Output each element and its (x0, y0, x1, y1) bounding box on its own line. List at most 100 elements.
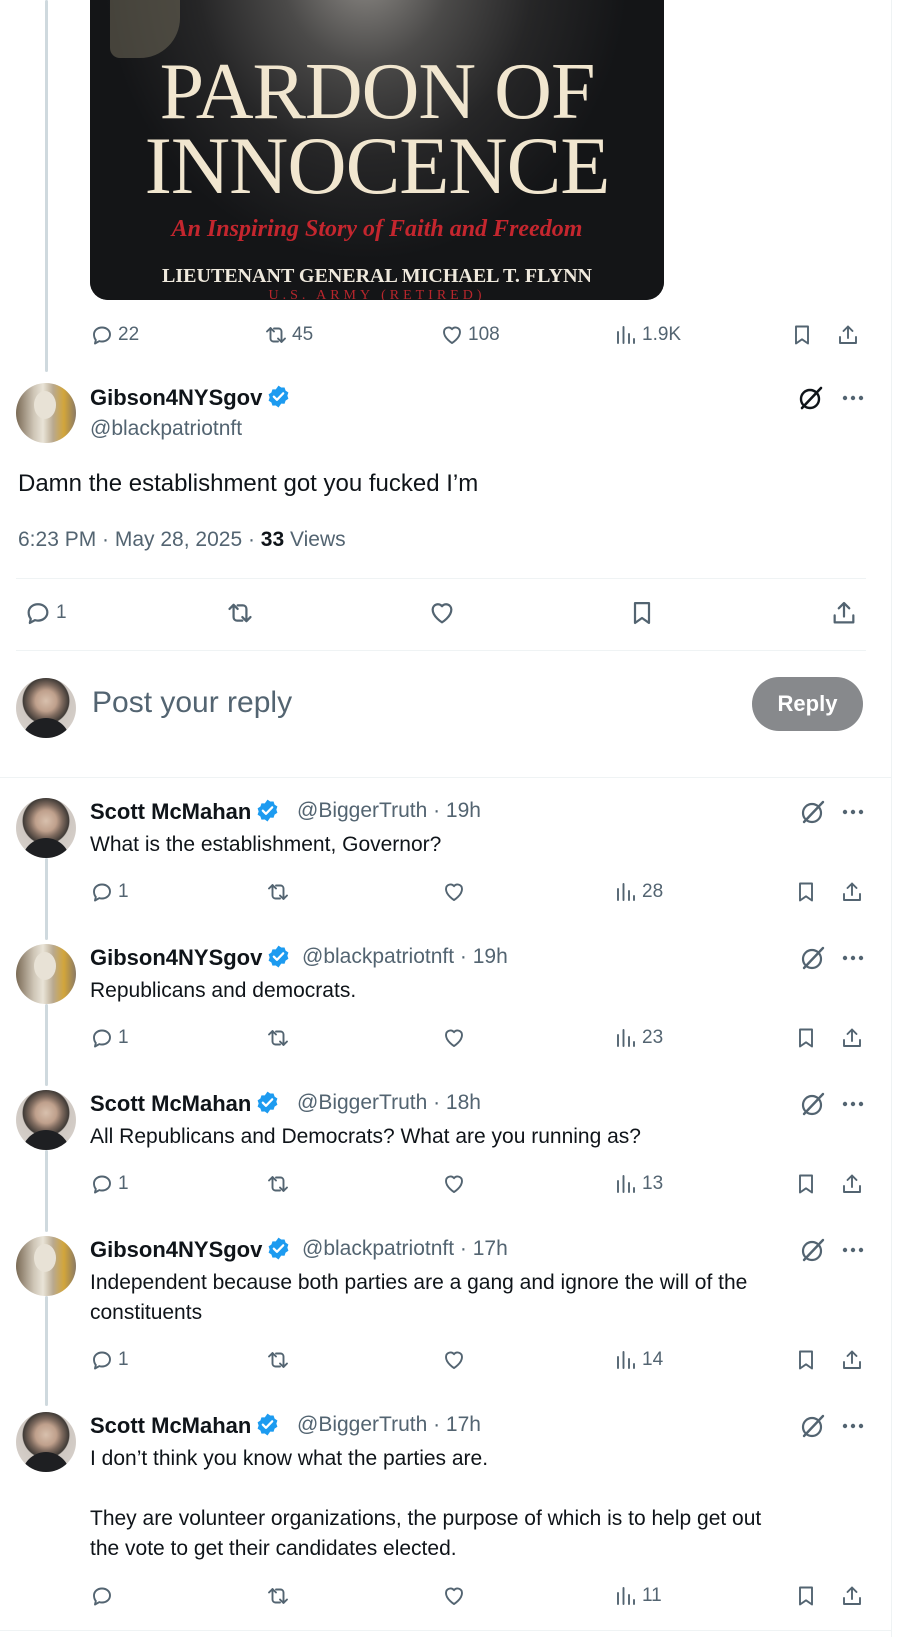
reply-actions: 11 (0, 1581, 892, 1611)
views-button[interactable]: 11 (614, 1581, 662, 1611)
avatar[interactable] (16, 1412, 76, 1472)
share-button[interactable] (840, 1581, 864, 1611)
grok-button[interactable] (798, 797, 828, 827)
reply-actions: 1 28 (0, 877, 892, 907)
reply-icon (93, 1175, 111, 1194)
share-icon (843, 1350, 861, 1369)
repost-button[interactable] (266, 1023, 290, 1053)
bookmark-button[interactable] (794, 877, 818, 907)
avatar[interactable] (16, 798, 76, 858)
reply-button[interactable]: 1 (90, 1169, 129, 1199)
repost-button[interactable] (226, 598, 254, 628)
views-button[interactable]: 13 (614, 1169, 663, 1199)
bookmark-button[interactable] (794, 1169, 818, 1199)
views-button[interactable]: 23 (614, 1023, 663, 1053)
post-image-book-cover[interactable]: PARDON OF INNOCENCE An Inspiring Story o… (90, 0, 664, 300)
reply-button[interactable]: 1 (90, 1345, 129, 1375)
reply-button[interactable]: 1 (90, 877, 129, 907)
reply-submit-button[interactable]: Reply (752, 677, 863, 731)
reply-handle-time[interactable]: @BiggerTruth · 19h (297, 799, 481, 823)
more-button[interactable] (838, 1411, 868, 1441)
repost-button[interactable] (266, 877, 290, 907)
bookmark-button[interactable] (794, 1345, 818, 1375)
share-button[interactable] (840, 1345, 864, 1375)
grok-button[interactable] (798, 1089, 828, 1119)
grok-button[interactable] (798, 943, 828, 973)
reply-handle-time[interactable]: @BiggerTruth · 18h (297, 1091, 481, 1115)
reply-handle-time[interactable]: @blackpatriotnft · 19h (302, 945, 508, 969)
reply-icon (93, 1029, 111, 1048)
grok-icon (801, 946, 825, 970)
reply-author-name[interactable]: Scott McMahan (90, 798, 280, 825)
like-button[interactable] (442, 1169, 466, 1199)
more-button[interactable] (838, 1089, 868, 1119)
repost-button[interactable] (266, 1581, 290, 1611)
like-button[interactable] (442, 1581, 466, 1611)
share-icon (843, 1028, 861, 1047)
grok-button[interactable] (798, 1235, 828, 1265)
more-icon (842, 1101, 864, 1107)
reply-text-line: Independent because both parties are a g… (90, 1271, 748, 1294)
like-button[interactable] (442, 877, 466, 907)
more-button[interactable] (838, 1235, 868, 1265)
reply-input[interactable]: Post your reply (92, 686, 292, 720)
reply-author-name[interactable]: Scott McMahan (90, 1412, 280, 1439)
bookmark-button[interactable] (790, 320, 814, 350)
reply-handle-time[interactable]: @blackpatriotnft · 17h (302, 1237, 508, 1261)
reply-count: 1 (56, 602, 67, 623)
avatar[interactable] (16, 944, 76, 1004)
repost-button[interactable]: 45 (264, 320, 313, 350)
repost-icon (268, 884, 288, 900)
share-button[interactable] (840, 1169, 864, 1199)
bookmark-button[interactable] (794, 1581, 818, 1611)
views-icon (617, 1175, 635, 1193)
reply-author-name[interactable]: Gibson4NYSgov (90, 1236, 291, 1263)
author-handle[interactable]: @blackpatriotnft (90, 417, 242, 441)
more-button[interactable] (838, 943, 868, 973)
reply-icon (93, 1351, 111, 1370)
book-subtitle: An Inspiring Story of Faith and Freedom (171, 216, 583, 242)
avatar[interactable] (16, 383, 76, 443)
reply-button[interactable]: 1 (90, 1023, 129, 1053)
more-button[interactable] (838, 383, 868, 413)
bookmark-button[interactable] (628, 598, 656, 628)
repost-button[interactable] (266, 1169, 290, 1199)
grok-button[interactable] (798, 1411, 828, 1441)
bookmark-button[interactable] (794, 1023, 818, 1053)
repost-button[interactable] (266, 1345, 290, 1375)
reply-button[interactable]: 1 (24, 598, 67, 628)
author-name[interactable]: Gibson4NYSgov (90, 384, 291, 411)
verified-icon (257, 1413, 278, 1436)
like-icon (445, 883, 463, 901)
views-button[interactable]: 1.9K (614, 320, 681, 350)
more-button[interactable] (838, 797, 868, 827)
views-button[interactable]: 28 (614, 877, 663, 907)
like-icon (445, 1351, 463, 1369)
share-button[interactable] (840, 1023, 864, 1053)
post-timestamp: 6:23 PM · May 28, 2025 · 33 Views (18, 528, 346, 551)
share-button[interactable] (830, 598, 858, 628)
like-button[interactable]: 108 (440, 320, 500, 350)
like-button[interactable] (428, 598, 456, 628)
like-count: 108 (468, 324, 500, 345)
views-count: 23 (642, 1027, 664, 1048)
current-user-avatar[interactable] (16, 678, 76, 738)
reply-text: What is the establishment, Governor? (90, 833, 442, 856)
reply-icon (27, 603, 49, 625)
views-icon (617, 1029, 635, 1047)
verified-icon (257, 1091, 278, 1114)
views-button[interactable]: 14 (614, 1345, 663, 1375)
share-button[interactable] (836, 320, 860, 350)
reply-author-name[interactable]: Scott McMahan (90, 1090, 280, 1117)
reply-handle-time[interactable]: @BiggerTruth · 17h (297, 1413, 481, 1437)
grok-button[interactable] (796, 383, 826, 413)
like-button[interactable] (442, 1023, 466, 1053)
reply-button[interactable] (90, 1581, 118, 1611)
like-button[interactable] (442, 1345, 466, 1375)
reply-author-name[interactable]: Gibson4NYSgov (90, 944, 291, 971)
reply-button[interactable]: 22 (90, 320, 139, 350)
avatar[interactable] (16, 1236, 76, 1296)
reply-count: 1 (118, 881, 129, 902)
avatar[interactable] (16, 1090, 76, 1150)
share-button[interactable] (840, 877, 864, 907)
